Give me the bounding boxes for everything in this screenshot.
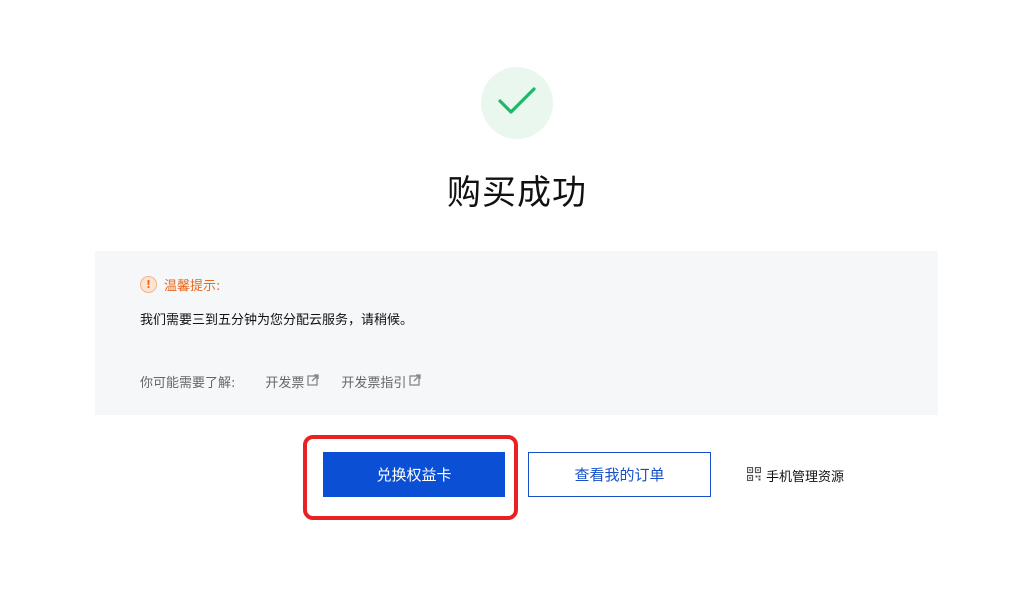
redeem-card-button[interactable]: 兑换权益卡 xyxy=(323,452,505,497)
purchase-success-page: 购买成功 ! 温馨提示: 我们需要三到五分钟为您分配云服务，请稍候。 你可能需要… xyxy=(0,0,1010,610)
notice-body: 我们需要三到五分钟为您分配云服务，请稍候。 xyxy=(140,313,414,328)
external-link-icon xyxy=(307,373,320,390)
related-links-label: 你可能需要了解: xyxy=(140,376,236,391)
invoice-guide-link-label: 开发票指引 xyxy=(341,376,407,391)
invoice-guide-link[interactable]: 开发票指引 xyxy=(341,372,422,391)
page-title: 购买成功 xyxy=(447,173,587,213)
warning-icon: ! xyxy=(140,276,157,293)
notice-title: 温馨提示: xyxy=(164,279,221,294)
check-icon xyxy=(497,85,537,121)
view-orders-button[interactable]: 查看我的订单 xyxy=(528,452,711,497)
success-badge xyxy=(481,67,553,139)
qr-code-icon xyxy=(746,466,762,485)
invoice-link[interactable]: 开发票 xyxy=(265,372,320,391)
mobile-manage-label: 手机管理资源 xyxy=(766,470,845,485)
related-links: 你可能需要了解: 开发票 开发票指引 xyxy=(140,372,443,391)
mobile-manage-link[interactable]: 手机管理资源 xyxy=(746,466,845,485)
external-link-icon xyxy=(409,373,422,390)
notice-panel: ! 温馨提示: 我们需要三到五分钟为您分配云服务，请稍候。 你可能需要了解: 开… xyxy=(95,251,938,415)
invoice-link-label: 开发票 xyxy=(265,376,305,391)
notice-header: ! 温馨提示: xyxy=(140,275,220,294)
